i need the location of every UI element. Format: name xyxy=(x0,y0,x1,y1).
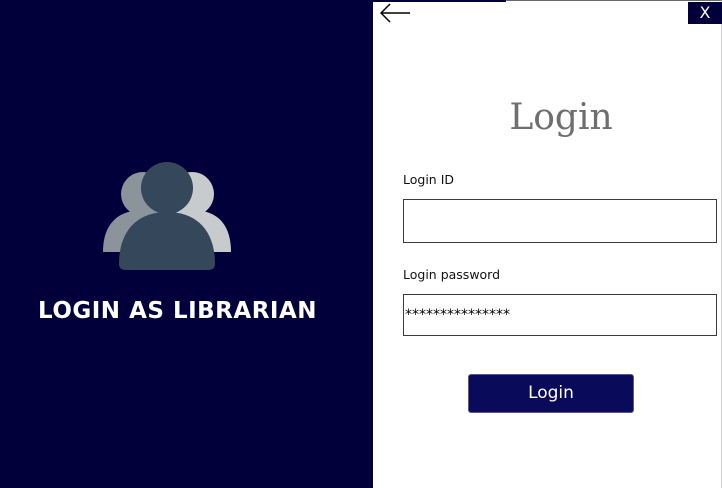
close-button[interactable]: X xyxy=(688,2,722,24)
login-as-librarian-title: LOGIN AS LIBRARIAN xyxy=(37,298,318,324)
login-id-label: Login ID xyxy=(403,172,455,187)
login-window: LOGIN AS LIBRARIAN X Login Login ID Logi… xyxy=(0,0,722,488)
left-panel: LOGIN AS LIBRARIAN xyxy=(0,0,373,488)
form-title: Login xyxy=(509,97,613,138)
login-button[interactable]: Login xyxy=(468,374,634,413)
login-password-label: Login password xyxy=(403,267,501,282)
login-id-input[interactable] xyxy=(403,199,717,243)
users-group-icon xyxy=(103,162,231,270)
arrow-left-icon[interactable] xyxy=(378,2,412,24)
login-password-input[interactable] xyxy=(403,294,717,336)
right-panel: X Login Login ID Login password Login xyxy=(373,0,722,488)
